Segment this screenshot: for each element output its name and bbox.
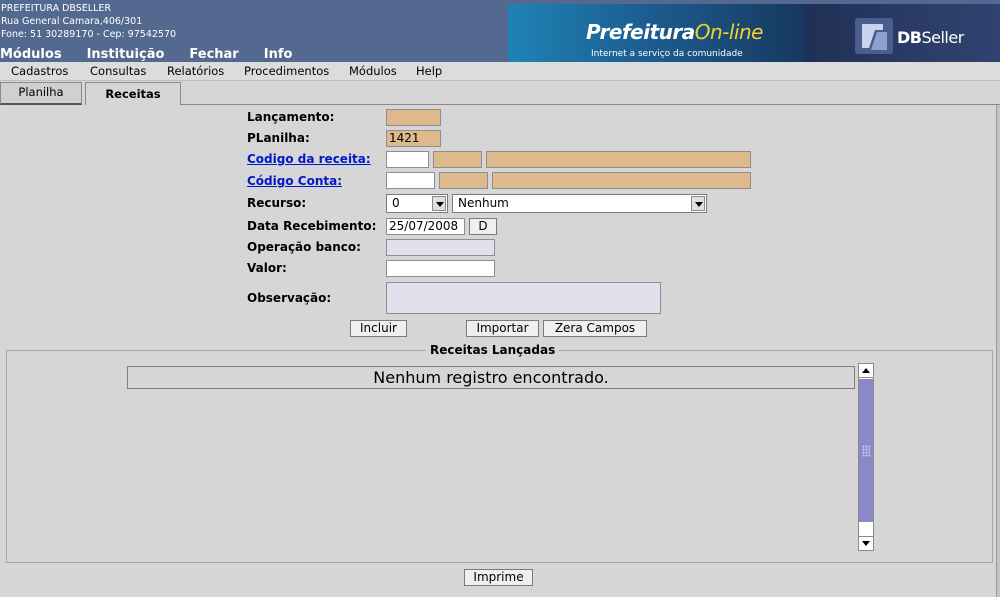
zera-campos-button[interactable]: Zera Campos [543, 320, 647, 337]
observacao-textarea[interactable] [386, 282, 661, 314]
nav-modulos[interactable]: Módulos [0, 47, 62, 62]
prefeitura-online-logo: PrefeituraOn-line [586, 20, 763, 44]
importar-button[interactable]: Importar [466, 320, 539, 337]
nav-info[interactable]: Info [264, 47, 293, 62]
recurso-desc-select[interactable]: Nenhum [452, 194, 707, 213]
imprime-button[interactable]: Imprime [464, 569, 533, 586]
dbseller-logo-icon [855, 18, 893, 54]
recurso-label: Recurso: [247, 196, 307, 210]
menu-modulos[interactable]: Módulos [349, 64, 397, 78]
empty-message: Nenhum registro encontrado. [127, 366, 855, 389]
list-scrollbar[interactable] [858, 363, 874, 551]
prefeitura-online-banner: PrefeituraOn-line Internet a serviço da … [508, 4, 805, 62]
menubar: Cadastros Consultas Relatórios Procedime… [0, 62, 1000, 81]
valor-label: Valor: [247, 261, 287, 275]
org-address: Rua General Camara,406/301 [1, 16, 143, 27]
codigo-conta-label[interactable]: Código Conta: [247, 174, 342, 188]
data-recebimento-label: Data Recebimento: [247, 219, 377, 233]
date-picker-button[interactable]: D [469, 218, 497, 235]
codigo-conta-code-field [439, 172, 488, 189]
org-info: PREFEITURA DBSELLER Rua General Camara,4… [1, 2, 176, 41]
scroll-down-icon[interactable] [859, 536, 873, 550]
menu-cadastros[interactable]: Cadastros [11, 64, 68, 78]
data-recebimento-input[interactable]: 25/07/2008 [386, 218, 465, 235]
valor-input[interactable] [386, 260, 495, 277]
planilha-label: PLanilha: [247, 131, 310, 145]
top-nav: Módulos Instituição Fechar Info [0, 47, 317, 62]
menu-consultas[interactable]: Consultas [90, 64, 146, 78]
org-contact: Fone: 51 30289170 - Cep: 97542570 [1, 29, 177, 40]
codigo-receita-input[interactable] [386, 151, 429, 168]
menu-procedimentos[interactable]: Procedimentos [244, 64, 329, 78]
chevron-down-icon [691, 196, 705, 211]
recurso-code-value: 0 [392, 196, 400, 210]
lancamento-label: Lançamento: [247, 110, 335, 124]
receitas-lancadas-legend: Receitas Lançadas [426, 343, 560, 357]
observacao-label: Observação: [247, 291, 332, 305]
tab-receitas[interactable]: Receitas [85, 82, 181, 105]
dbseller-wordmark: DBSeller [897, 28, 964, 47]
nav-fechar[interactable]: Fechar [189, 47, 238, 62]
grip-icon [862, 445, 870, 457]
operacao-banco-field [386, 239, 495, 256]
codigo-receita-code-field [433, 151, 482, 168]
codigo-conta-input[interactable] [386, 172, 435, 189]
codigo-receita-label[interactable]: Codigo da receita: [247, 152, 371, 166]
tab-planilha[interactable]: Planilha [0, 82, 82, 105]
nav-instituicao[interactable]: Instituição [87, 47, 165, 62]
menu-relatorios[interactable]: Relatórios [167, 64, 224, 78]
chevron-down-icon [432, 196, 446, 211]
codigo-conta-desc-field [492, 172, 751, 189]
org-name: PREFEITURA DBSELLER [1, 3, 111, 14]
page-scrollbar[interactable] [996, 105, 1000, 597]
scroll-thumb[interactable] [859, 379, 873, 522]
app-header: PREFEITURA DBSELLER Rua General Camara,4… [0, 0, 1000, 62]
lancamento-field [386, 109, 441, 126]
scroll-up-icon[interactable] [859, 364, 873, 378]
incluir-button[interactable]: Incluir [350, 320, 407, 337]
codigo-receita-desc-field [486, 151, 751, 168]
planilha-field: 1421 [386, 130, 441, 147]
banner-tagline: Internet a serviço da comunidade [591, 49, 743, 59]
tab-bar: Planilha Receitas [0, 81, 1000, 105]
operacao-banco-label: Operação banco: [247, 240, 361, 254]
dbseller-banner: DBSeller [805, 4, 1000, 62]
recurso-code-select[interactable]: 0 [386, 194, 448, 213]
recurso-desc-value: Nenhum [458, 196, 509, 210]
codigo-conta-link[interactable]: Código Conta: [247, 174, 342, 188]
menu-help[interactable]: Help [416, 64, 442, 78]
codigo-receita-link[interactable]: Codigo da receita: [247, 152, 371, 166]
tab-divider [181, 104, 1000, 105]
